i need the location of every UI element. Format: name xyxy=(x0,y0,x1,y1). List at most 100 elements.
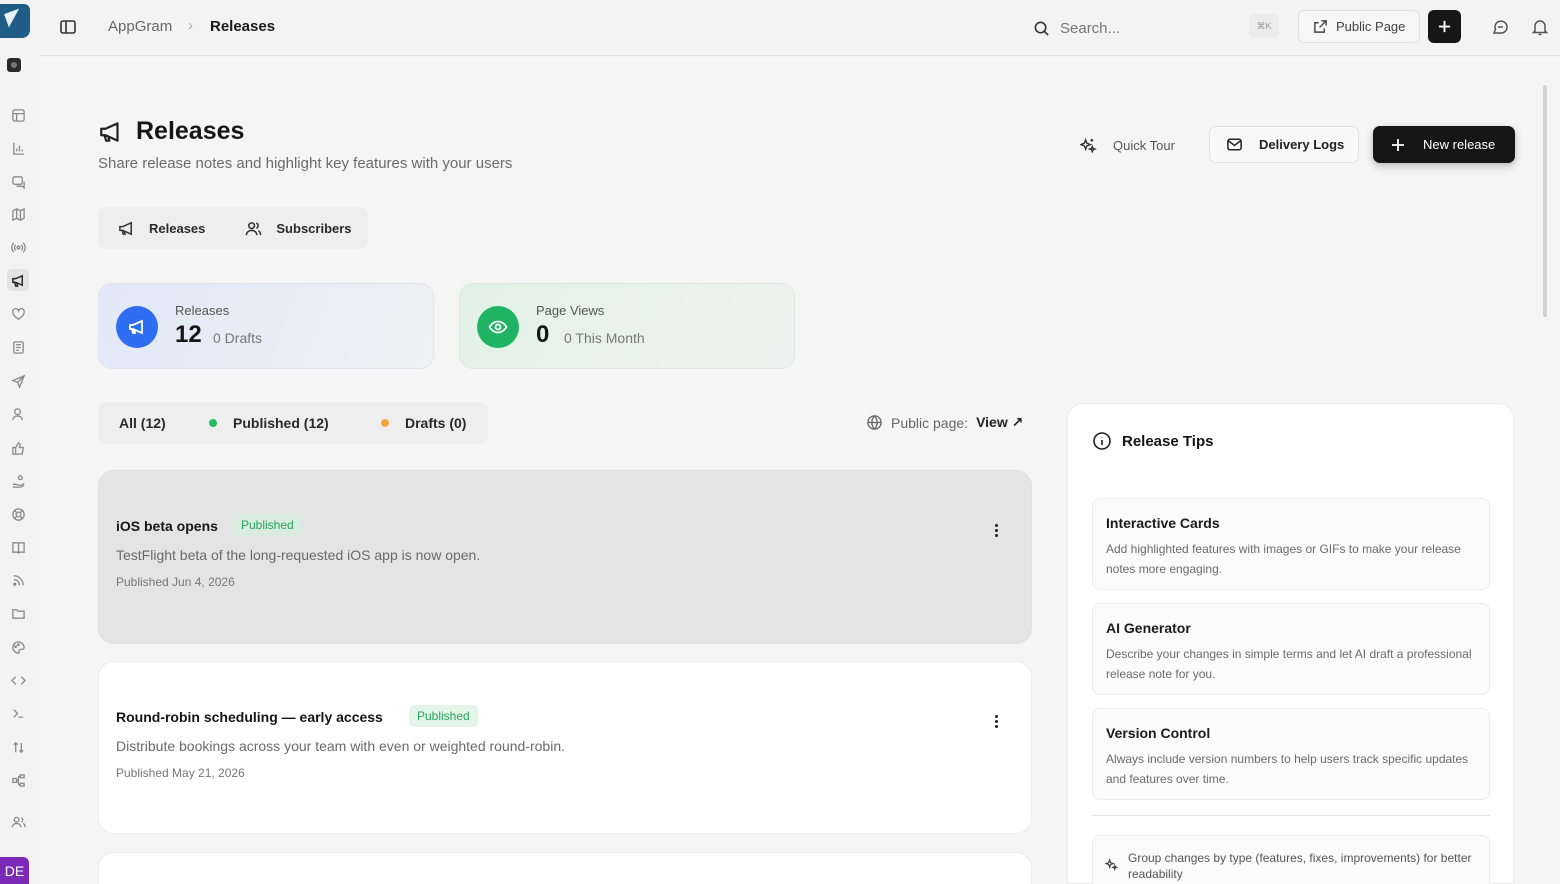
external-link-icon xyxy=(1313,19,1328,34)
chat-icon[interactable] xyxy=(7,170,29,192)
code-icon[interactable] xyxy=(7,669,29,691)
folder-icon[interactable] xyxy=(7,602,29,624)
breadcrumb-current: Releases xyxy=(210,18,276,35)
user-avatar[interactable]: DE xyxy=(0,857,29,884)
tip-card: Interactive Cards Add highlighted featur… xyxy=(1092,498,1490,590)
feedback-chat-icon[interactable] xyxy=(1490,17,1510,37)
delivery-logs-button[interactable]: Delivery Logs xyxy=(1209,126,1359,163)
main-content: Releases Share release notes and highlig… xyxy=(40,57,1560,884)
palette-icon[interactable] xyxy=(7,636,29,658)
breadcrumb-appgram[interactable]: AppGram xyxy=(108,18,172,35)
bar-chart-icon[interactable] xyxy=(7,137,29,159)
quick-add-button[interactable] xyxy=(1428,10,1461,43)
workflow-icon[interactable] xyxy=(7,769,29,791)
more-options-icon[interactable] xyxy=(989,712,1003,730)
tips-divider xyxy=(1092,815,1490,816)
tip-note-text: Group changes by type (features, fixes, … xyxy=(1128,851,1472,881)
filter-label: All (12) xyxy=(119,415,166,431)
plus-icon xyxy=(1391,138,1405,152)
broadcast-icon[interactable] xyxy=(7,236,29,258)
thumbs-up-icon[interactable] xyxy=(7,437,29,459)
search-input[interactable]: Search... xyxy=(1033,16,1283,40)
terminal-icon[interactable] xyxy=(7,702,29,724)
bell-icon[interactable] xyxy=(1530,17,1550,37)
sidebar-toggle-icon[interactable] xyxy=(58,17,78,37)
search-icon xyxy=(1033,20,1050,37)
stat-card-page-views: Page Views 0 0 This Month xyxy=(459,283,795,369)
megaphone-icon xyxy=(98,119,124,145)
stat-label: Releases xyxy=(175,303,230,318)
release-date: Published Jun 4, 2026 xyxy=(116,575,235,589)
status-badge: Published xyxy=(409,705,478,727)
quick-tour-label: Quick Tour xyxy=(1113,137,1175,153)
public-page-link[interactable]: Public page: View ↗ xyxy=(866,414,1023,431)
page-subtitle: Share release notes and highlight key fe… xyxy=(98,155,513,172)
megaphone-icon xyxy=(118,220,135,237)
filter-all[interactable]: All (12) xyxy=(98,402,199,444)
plus-icon xyxy=(1437,19,1452,34)
status-filters: All (12) Published (12) Drafts (0) xyxy=(98,402,488,444)
delivery-logs-label: Delivery Logs xyxy=(1259,137,1345,152)
tips-header: Release Tips xyxy=(1092,431,1213,451)
public-page-prefix: Public page: xyxy=(891,414,969,431)
tips-title: Release Tips xyxy=(1122,432,1214,450)
lifebuoy-icon[interactable] xyxy=(7,503,29,525)
release-tips-panel: Release Tips Interactive Cards Add highl… xyxy=(1067,403,1514,884)
tip-card: AI Generator Describe your changes in si… xyxy=(1092,603,1490,695)
status-badge: Published xyxy=(233,514,302,536)
map-icon[interactable] xyxy=(7,203,29,225)
megaphone-icon[interactable] xyxy=(7,269,29,291)
team-icon[interactable] xyxy=(7,811,29,833)
release-card[interactable]: Round-robin scheduling — early access Pu… xyxy=(98,661,1032,834)
stat-value: 0 xyxy=(536,321,550,348)
sparkles-icon xyxy=(1080,137,1097,154)
tip-card: Version Control Always include version n… xyxy=(1092,708,1490,800)
info-icon xyxy=(1092,431,1112,451)
release-description: Distribute bookings across your team wit… xyxy=(116,738,566,754)
user-icon[interactable] xyxy=(7,403,29,425)
notes-icon[interactable] xyxy=(7,336,29,358)
app-rail: DE xyxy=(0,0,40,884)
eye-icon xyxy=(477,306,519,348)
release-title: iOS beta opens xyxy=(116,518,218,534)
release-card[interactable] xyxy=(98,852,1032,884)
tab-releases[interactable]: Releases xyxy=(98,207,225,249)
scrollbar[interactable] xyxy=(1543,85,1547,317)
stat-card-releases: Releases 12 0 Drafts xyxy=(98,283,434,369)
layout-icon[interactable] xyxy=(7,104,29,126)
new-release-button[interactable]: New release xyxy=(1373,126,1515,163)
app-logo[interactable] xyxy=(0,4,30,38)
tab-subscribers[interactable]: Subscribers xyxy=(225,207,371,249)
release-title: Round-robin scheduling — early access xyxy=(116,709,383,725)
workspace-switcher[interactable] xyxy=(7,58,21,72)
filter-drafts[interactable]: Drafts (0) xyxy=(365,402,466,444)
section-tabs: Releases Subscribers xyxy=(98,207,368,249)
release-card[interactable]: iOS beta opens Published TestFlight beta… xyxy=(98,470,1032,644)
tip-description: Add highlighted features with images or … xyxy=(1106,542,1461,576)
new-release-label: New release xyxy=(1423,137,1496,152)
filter-published[interactable]: Published (12) xyxy=(199,402,365,444)
stat-label: Page Views xyxy=(536,303,605,318)
tab-label: Subscribers xyxy=(276,220,352,236)
hand-coins-icon[interactable] xyxy=(7,470,29,492)
tip-note: Group changes by type (features, fixes, … xyxy=(1092,835,1490,884)
book-icon[interactable] xyxy=(7,536,29,558)
public-page-button[interactable]: Public Page xyxy=(1298,10,1420,43)
search-shortcut-badge: ⌘K xyxy=(1249,14,1279,38)
release-description: TestFlight beta of the long-requested iO… xyxy=(116,547,481,563)
stat-sub: 0 Drafts xyxy=(213,330,263,346)
quick-tour-button[interactable]: Quick Tour xyxy=(1080,135,1175,155)
send-icon[interactable] xyxy=(7,370,29,392)
tip-description: Always include version numbers to help u… xyxy=(1106,752,1469,786)
tip-title: Version Control xyxy=(1106,725,1211,741)
rss-icon[interactable] xyxy=(7,569,29,591)
sort-icon[interactable] xyxy=(7,736,29,758)
search-placeholder: Search... xyxy=(1060,19,1121,37)
heart-icon[interactable] xyxy=(7,303,29,325)
stat-sub: 0 This Month xyxy=(564,330,645,346)
page-title: Releases xyxy=(136,117,245,145)
public-page-view-link[interactable]: View ↗ xyxy=(976,414,1023,431)
published-dot xyxy=(209,419,217,427)
more-options-icon[interactable] xyxy=(989,521,1003,539)
drafts-dot xyxy=(381,419,389,427)
